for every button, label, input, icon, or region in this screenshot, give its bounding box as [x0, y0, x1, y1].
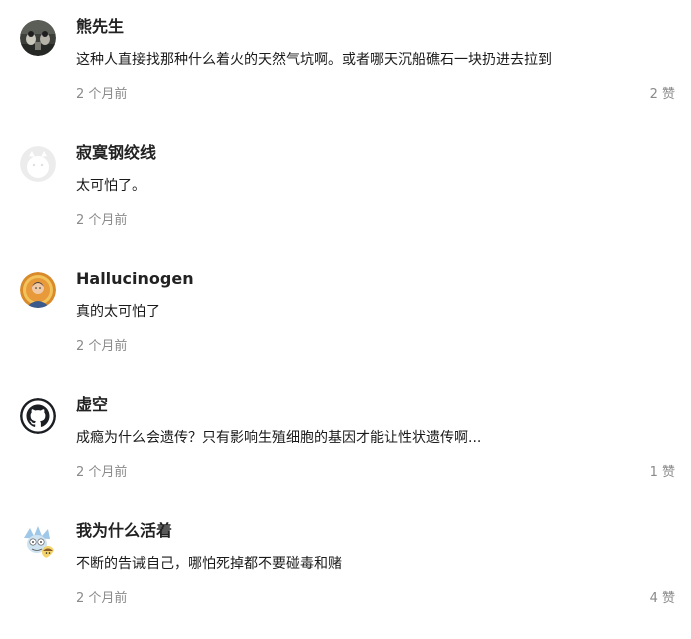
author-name[interactable]: 熊先生	[76, 17, 124, 37]
author-name[interactable]: 寂寞钢绞线	[76, 143, 156, 163]
comment-text: 成瘾为什么会遗传？只有影响生殖细胞的基因才能让性状遗传啊...	[76, 430, 482, 446]
author-name[interactable]: Hallucinogen	[76, 269, 194, 289]
avatar[interactable]	[20, 146, 56, 182]
avatar[interactable]	[20, 524, 56, 560]
avatar[interactable]	[20, 398, 56, 434]
comment-text: 真的太可怕了	[76, 304, 160, 320]
comment-time: 2 个月前	[76, 213, 128, 228]
comment-text: 这种人直接找那种什么着火的天然气坑啊。或者哪天沉船礁石一块扔进去拉到	[76, 52, 552, 68]
author-name[interactable]: 虚空	[76, 395, 108, 415]
comment-item: Hallucinogen 真的太可怕了 2 个月前	[0, 252, 691, 378]
portrait-avatar-icon	[20, 272, 56, 308]
comment-time: 2 个月前	[76, 339, 128, 354]
comment-time: 2 个月前	[76, 591, 128, 606]
like-count[interactable]: 1 赞	[650, 464, 675, 482]
cartoon-avatar-icon	[20, 524, 56, 560]
comment-time: 2 个月前	[76, 465, 128, 480]
default-user-avatar-icon	[20, 146, 56, 182]
avatar[interactable]	[20, 20, 56, 56]
comment-item: 熊先生 这种人直接找那种什么着火的天然气坑啊。或者哪天沉船礁石一块扔进去拉到 2…	[0, 0, 691, 126]
comment-text: 太可怕了。	[76, 178, 146, 194]
comment-list: 熊先生 这种人直接找那种什么着火的天然气坑啊。或者哪天沉船礁石一块扔进去拉到 2…	[0, 0, 691, 639]
like-count[interactable]: 4 赞	[650, 590, 675, 608]
comment-item: 我为什么活着 不断的告诫自己，哪怕死掉都不要碰毒和赌 2 个月前 4 赞	[0, 504, 691, 630]
comment-item: 虚空 成瘾为什么会遗传？只有影响生殖细胞的基因才能让性状遗传啊... 2 个月前…	[0, 378, 691, 504]
photo-avatar-icon	[20, 20, 56, 56]
comment-time: 2 个月前	[76, 87, 128, 102]
comment-item: 寂寞钢绞线 太可怕了。 2 个月前	[0, 126, 691, 252]
comment-text: 不断的告诫自己，哪怕死掉都不要碰毒和赌	[76, 556, 342, 572]
github-octocat-avatar-icon	[20, 398, 56, 434]
author-name[interactable]: 我为什么活着	[76, 521, 172, 541]
like-count[interactable]: 2 赞	[650, 86, 675, 104]
avatar[interactable]	[20, 272, 56, 308]
